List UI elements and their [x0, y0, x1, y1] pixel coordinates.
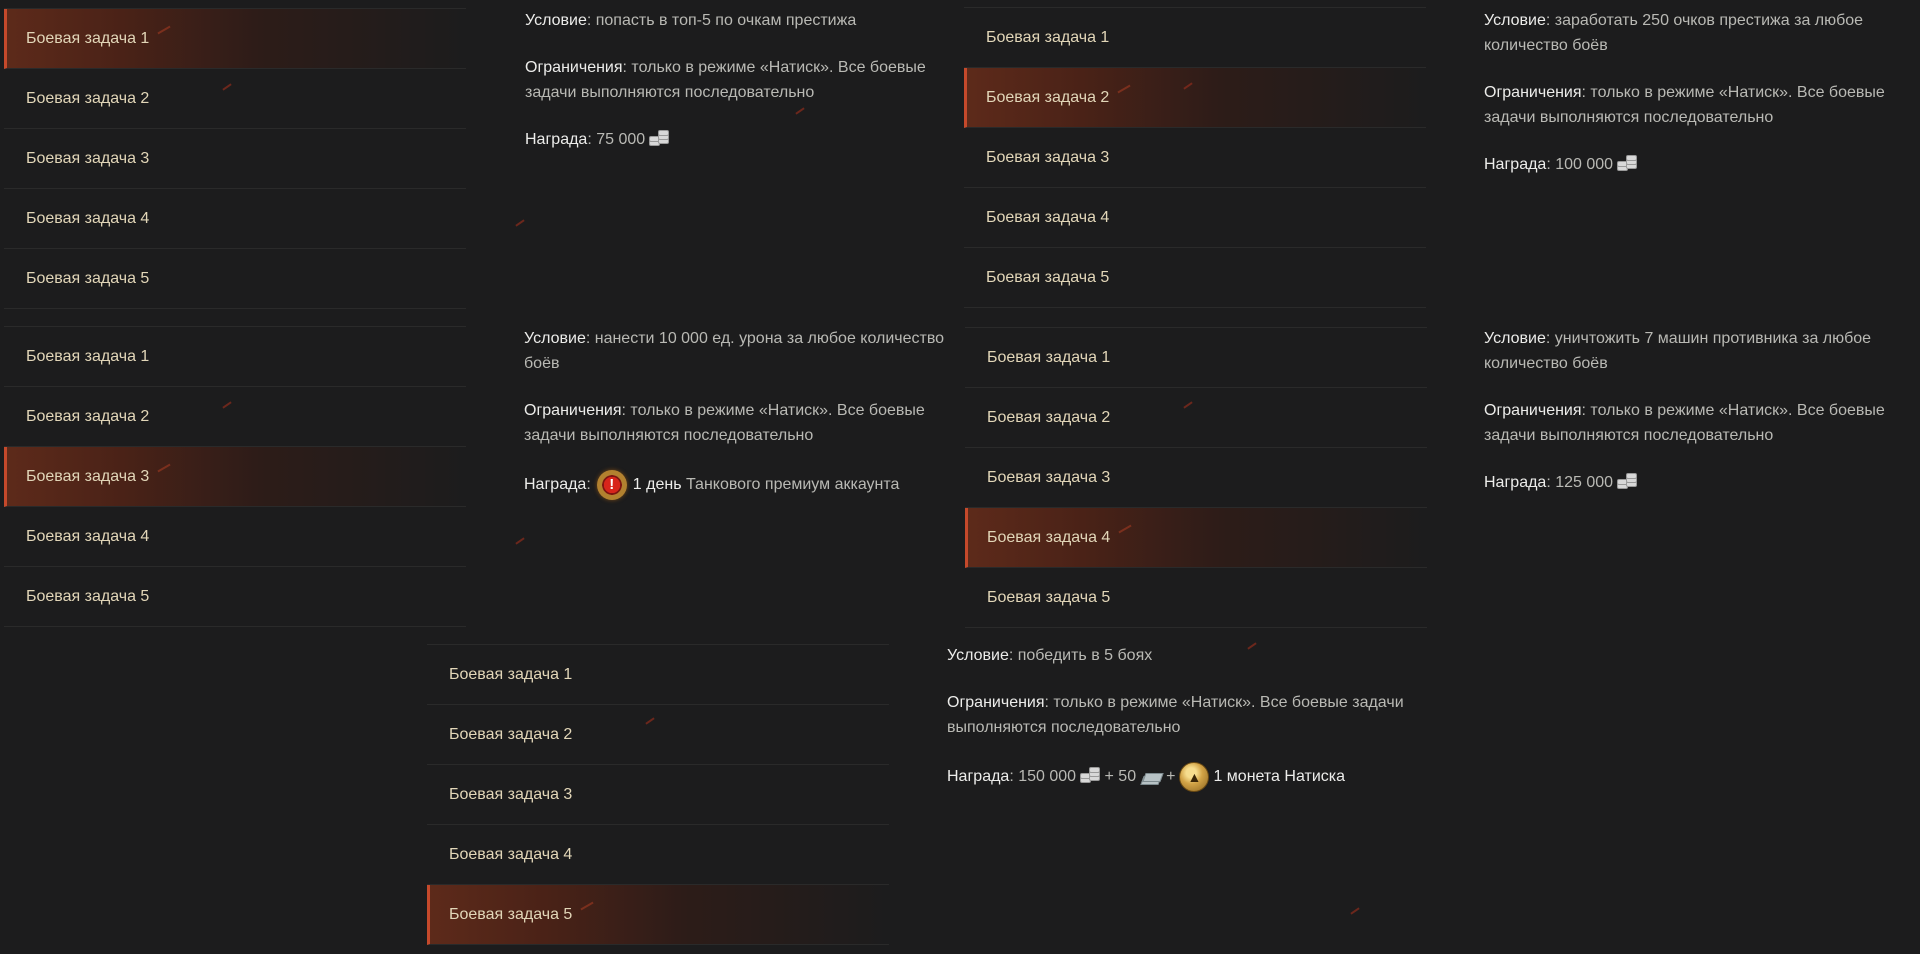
onslaught-coin-icon: ▲	[1179, 762, 1210, 792]
mission-item-1[interactable]: Боевая задача 1	[4, 327, 466, 387]
reward-credits: : 150 000	[1009, 768, 1077, 786]
mission-item-4[interactable]: Боевая задача 4	[4, 507, 466, 567]
restriction-label: Ограничения	[1484, 84, 1582, 101]
reward-label: Награда	[525, 131, 588, 148]
reward-line: Награда:! 1 день Танкового премиум аккаун…	[524, 470, 960, 500]
mission-item-4[interactable]: Боевая задача 4	[4, 189, 466, 249]
reward-plus: +	[1166, 768, 1176, 786]
mission-menu: Боевая задача 1 Боевая задача 2 Боевая з…	[4, 326, 466, 627]
reward-coin-text: 1 монета Натиска	[1213, 768, 1346, 786]
condition-line: Условие: победить в 5 боях	[947, 643, 1417, 668]
mission-item-1[interactable]: Боевая задача 1	[427, 645, 889, 705]
restriction-line: Ограничения: только в режиме «Натиск». В…	[524, 398, 960, 448]
restriction-line: Ограничения: только в режиме «Натиск». В…	[1484, 80, 1914, 130]
spark-decoration	[1350, 907, 1360, 915]
restriction-label: Ограничения	[1484, 402, 1582, 419]
restriction-line: Ограничения: только в режиме «Натиск». В…	[525, 55, 965, 105]
mission-item-5[interactable]: Боевая задача 5	[965, 568, 1427, 628]
reward-label: Награда	[1484, 156, 1547, 173]
mission-description: Условие: уничтожить 7 машин противника з…	[1484, 326, 1914, 517]
condition-text: : победить в 5 боях	[1008, 647, 1153, 664]
reward-line: Награда: 75 000	[525, 127, 965, 152]
mission-item-3[interactable]: Боевая задача 3	[965, 448, 1427, 508]
mission-item-2[interactable]: Боевая задача 2	[4, 69, 466, 129]
reward-line: Награда: 100 000	[1484, 152, 1914, 177]
reward-line: Награда: 150 000 + 50 + ▲ 1 монета Натиска	[947, 762, 1417, 792]
condition-line: Условие: уничтожить 7 машин противника з…	[1484, 326, 1914, 376]
reward-prefix: :	[586, 476, 591, 494]
reward-bonds: + 50	[1104, 768, 1137, 786]
reward-text: : 100 000	[1546, 156, 1614, 173]
mission-description: Условие: нанести 10 000 ед. урона за люб…	[524, 326, 960, 522]
reward-label: Награда	[1484, 474, 1547, 491]
restriction-line: Ограничения: только в режиме «Натиск». В…	[1484, 398, 1914, 448]
mission-item-3[interactable]: Боевая задача 3	[964, 128, 1426, 188]
reward-text: : 75 000	[587, 131, 646, 148]
reward-line: Награда: 125 000	[1484, 470, 1914, 495]
mission-item-3[interactable]: Боевая задача 3	[4, 447, 466, 507]
mission-menu: Боевая задача 1 Боевая задача 2 Боевая з…	[965, 327, 1427, 628]
credits-icon	[1617, 473, 1638, 489]
reward-label: Награда	[947, 768, 1010, 786]
condition-text: : нанести 10 000 ед. урона за любое коли…	[524, 330, 945, 372]
condition-label: Условие	[525, 12, 587, 29]
condition-line: Условие: заработать 250 очков престижа з…	[1484, 8, 1914, 58]
restriction-line: Ограничения: только в режиме «Натиск». В…	[947, 690, 1417, 740]
mission-menu: Боевая задача 1 Боевая задача 2 Боевая з…	[964, 7, 1426, 308]
reward-label: Награда	[524, 476, 587, 494]
mission-item-5[interactable]: Боевая задача 5	[4, 249, 466, 309]
mission-item-2[interactable]: Боевая задача 2	[965, 388, 1427, 448]
spark-decoration	[515, 219, 525, 227]
credits-icon	[1080, 767, 1101, 784]
mission-item-2[interactable]: Боевая задача 2	[4, 387, 466, 447]
mission-item-3[interactable]: Боевая задача 3	[427, 765, 889, 825]
mission-item-4[interactable]: Боевая задача 4	[964, 188, 1426, 248]
reward-rest: Танкового премиум аккаунта	[685, 476, 900, 494]
restriction-label: Ограничения	[525, 59, 623, 76]
condition-text: : попасть в топ-5 по очкам престижа	[586, 12, 857, 29]
mission-description: Условие: победить в 5 боях Ограничения: …	[947, 643, 1417, 814]
restriction-label: Ограничения	[524, 402, 622, 419]
mission-item-5[interactable]: Боевая задача 5	[4, 567, 466, 627]
mission-item-2[interactable]: Боевая задача 2	[964, 68, 1426, 128]
mission-item-1[interactable]: Боевая задача 1	[4, 9, 466, 69]
reward-days: 1 день	[632, 476, 682, 494]
reward-text: : 125 000	[1546, 474, 1614, 491]
mission-item-1[interactable]: Боевая задача 1	[964, 8, 1426, 68]
mission-item-5[interactable]: Боевая задача 5	[427, 885, 889, 945]
mission-item-1[interactable]: Боевая задача 1	[965, 328, 1427, 388]
mission-item-3[interactable]: Боевая задача 3	[4, 129, 466, 189]
restriction-label: Ограничения	[947, 694, 1045, 711]
condition-label: Условие	[947, 647, 1009, 664]
mission-menu: Боевая задача 1 Боевая задача 2 Боевая з…	[427, 644, 889, 945]
condition-label: Условие	[1484, 330, 1546, 347]
bonds-icon	[1140, 771, 1164, 786]
mission-item-4[interactable]: Боевая задача 4	[427, 825, 889, 885]
condition-line: Условие: нанести 10 000 ед. урона за люб…	[524, 326, 960, 376]
condition-label: Условие	[1484, 12, 1546, 29]
mission-item-2[interactable]: Боевая задача 2	[427, 705, 889, 765]
premium-account-icon: !	[596, 470, 627, 500]
spark-decoration	[515, 537, 525, 545]
condition-label: Условие	[524, 330, 586, 347]
condition-line: Условие: попасть в топ-5 по очкам прести…	[525, 8, 965, 33]
mission-description: Условие: заработать 250 очков престижа з…	[1484, 8, 1914, 199]
credits-icon	[649, 130, 670, 146]
mission-menu: Боевая задача 1 Боевая задача 2 Боевая з…	[4, 8, 466, 309]
mission-description: Условие: попасть в топ-5 по очкам прести…	[525, 8, 965, 174]
mission-item-4[interactable]: Боевая задача 4	[965, 508, 1427, 568]
mission-item-5[interactable]: Боевая задача 5	[964, 248, 1426, 308]
credits-icon	[1617, 155, 1638, 171]
